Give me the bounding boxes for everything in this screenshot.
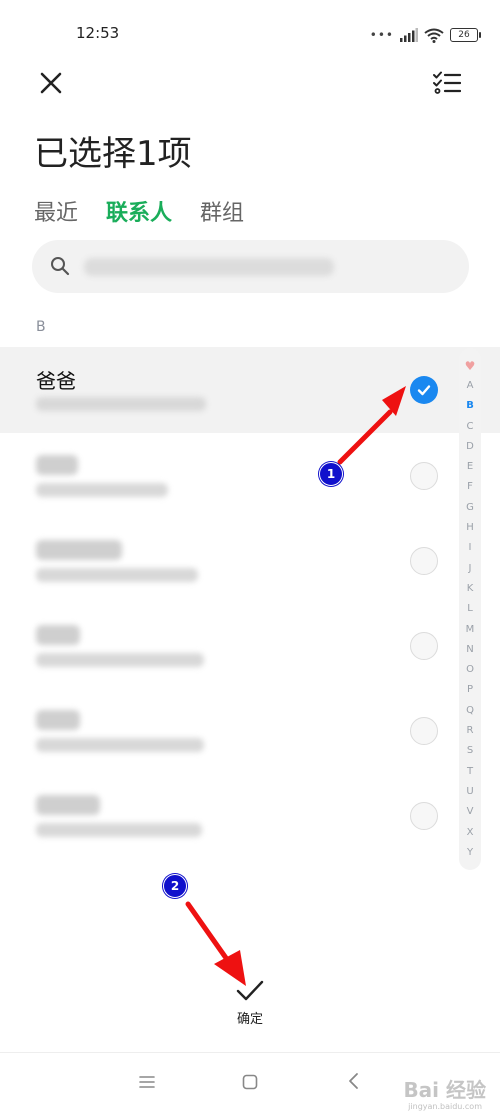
annotation-badge-2: 2 [163,874,187,898]
watermark-brand: Bai 经验 [403,1078,486,1102]
nav-back-button[interactable] [347,1072,361,1094]
annotation-arrows [185,386,406,986]
home-icon [242,1074,258,1090]
back-icon [349,1073,358,1089]
annotation-badge-1: 1 [319,462,343,486]
confirm-label: 确定 [236,1012,263,1027]
checkmark-icon [236,980,264,1001]
arrow-2 [185,901,246,986]
confirm-button[interactable]: 确定 [220,980,280,1027]
nav-home-button[interactable] [242,1074,258,1094]
nav-divider [0,1052,500,1053]
menu-icon [139,1076,155,1088]
arrow-1 [337,386,406,465]
nav-menu-button[interactable] [139,1074,155,1093]
watermark-url: jingyan.baidu.com [408,1102,482,1111]
